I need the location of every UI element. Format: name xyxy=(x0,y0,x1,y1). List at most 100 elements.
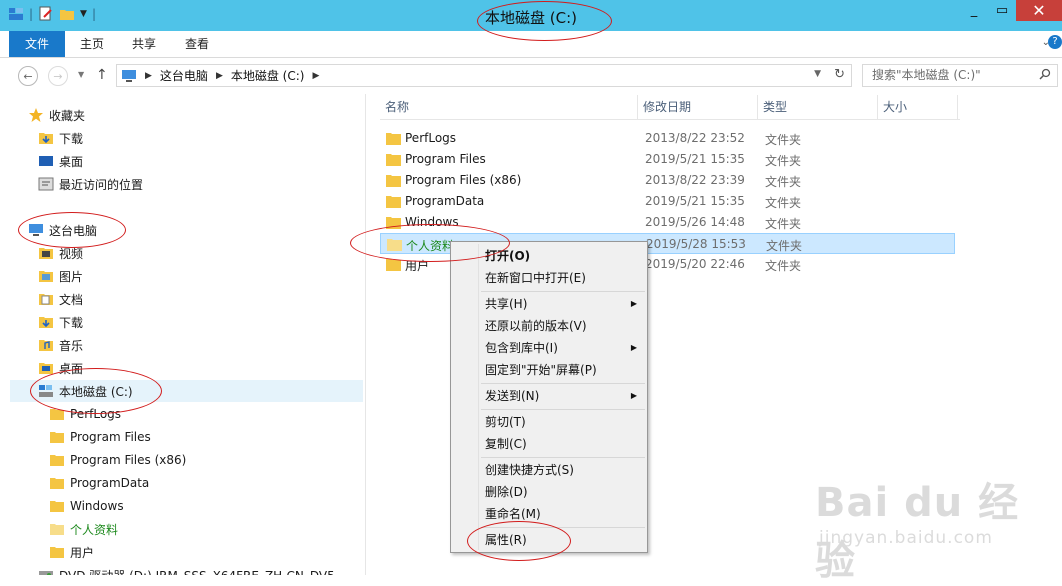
nav-pc-desktop[interactable]: 桌面 xyxy=(38,357,83,379)
column-name[interactable]: 名称 xyxy=(380,95,638,120)
menu-item-cut[interactable]: 剪切(T) xyxy=(485,412,641,432)
menu-item-include-library[interactable]: 包含到库中(I) ▶ xyxy=(485,338,641,358)
maximize-button[interactable]: ▭ xyxy=(988,0,1016,21)
column-type[interactable]: 类型 xyxy=(758,95,878,120)
submenu-arrow-icon: ▶ xyxy=(630,299,637,308)
nav-favorites[interactable]: 收藏夹 xyxy=(28,104,85,126)
documents-folder-icon xyxy=(39,294,53,305)
nav-personal-data[interactable]: 个人资料 xyxy=(49,518,118,540)
download-folder-icon xyxy=(39,317,53,328)
nav-windows[interactable]: Windows xyxy=(49,495,124,517)
menu-item-open-new-window[interactable]: 在新窗口中打开(E) xyxy=(485,268,641,288)
file-type: 文件夹 xyxy=(765,133,802,147)
submenu-arrow-icon: ▶ xyxy=(630,343,637,352)
file-type: 文件夹 xyxy=(766,239,803,253)
nav-users[interactable]: 用户 xyxy=(49,541,94,563)
nav-downloads[interactable]: 下载 xyxy=(38,127,83,149)
menu-item-properties[interactable]: 属性(R) xyxy=(485,530,641,550)
menu-separator xyxy=(481,409,645,410)
menu-item-share[interactable]: 共享(H) ▶ xyxy=(485,294,641,314)
menu-item-create-shortcut[interactable]: 创建快捷方式(S) xyxy=(485,460,641,480)
nav-dvd-drive[interactable]: DVD 驱动器 (D:) IRM_SSS_X64FRE_ZH-CN_DV5 xyxy=(38,564,335,575)
folder-icon xyxy=(50,455,64,466)
folder-icon xyxy=(50,524,64,535)
tab-share[interactable]: 共享 xyxy=(132,31,156,57)
file-row-program-files-x86[interactable]: Program Files (x86) 2013/8/22 23:39 文件夹 xyxy=(380,170,955,191)
window-title: 本地磁盘 (C:) xyxy=(485,9,577,27)
nav-programdata[interactable]: ProgramData xyxy=(49,472,149,494)
nav-program-files[interactable]: Program Files xyxy=(49,426,151,448)
file-date: 2019/5/20 22:46 xyxy=(645,257,745,271)
nav-music[interactable]: 音乐 xyxy=(38,334,83,356)
breadcrumb-local-disk[interactable]: 本地磁盘 (C:) xyxy=(231,67,305,84)
tab-file[interactable]: 文件 xyxy=(9,31,65,57)
title-bar: | ▼ | 本地磁盘 (C:) _ ▭ ✕ xyxy=(0,0,1062,31)
close-button[interactable]: ✕ xyxy=(1016,0,1062,21)
menu-item-pin-start[interactable]: 固定到"开始"屏幕(P) xyxy=(485,360,641,380)
menu-item-rename[interactable]: 重命名(M) xyxy=(485,504,641,524)
nav-program-files-x86[interactable]: Program Files (x86) xyxy=(49,449,186,471)
breadcrumb-separator-icon[interactable]: ▶ xyxy=(216,71,223,81)
help-icon[interactable]: ? xyxy=(1048,35,1062,49)
menu-item-restore-versions[interactable]: 还原以前的版本(V) xyxy=(485,316,641,336)
forward-button[interactable]: → xyxy=(48,66,68,86)
search-icon[interactable] xyxy=(1039,68,1051,80)
pictures-folder-icon xyxy=(39,271,53,282)
menu-item-delete[interactable]: 删除(D) xyxy=(485,482,641,502)
nav-recent-places[interactable]: 最近访问的位置 xyxy=(38,173,143,195)
file-type: 文件夹 xyxy=(765,175,802,189)
breadcrumb-separator-icon[interactable]: ▶ xyxy=(145,71,152,81)
nav-pc-downloads[interactable]: 下载 xyxy=(38,311,83,333)
menu-item-send-to[interactable]: 发送到(N) ▶ xyxy=(485,386,641,406)
file-row-perflogs[interactable]: PerfLogs 2013/8/22 23:52 文件夹 xyxy=(380,128,955,149)
nav-documents[interactable]: 文档 xyxy=(38,288,83,310)
tab-home[interactable]: 主页 xyxy=(80,31,104,57)
nav-perflogs[interactable]: PerfLogs xyxy=(49,403,121,425)
file-name: Program Files (x86) xyxy=(405,173,522,187)
column-size[interactable]: 大小 xyxy=(878,95,958,120)
menu-separator xyxy=(481,291,645,292)
watermark: Bai du 经验 jingyan.baidu.com xyxy=(815,470,1055,584)
address-dropdown-icon[interactable]: ▼ xyxy=(814,69,821,79)
file-type: 文件夹 xyxy=(765,196,802,210)
menu-item-open[interactable]: 打开(O) xyxy=(485,246,641,266)
watermark-url: jingyan.baidu.com xyxy=(819,528,993,548)
file-date: 2013/8/22 23:52 xyxy=(645,131,745,145)
file-type: 文件夹 xyxy=(765,217,802,231)
file-date: 2019/5/21 15:35 xyxy=(645,152,745,166)
nav-videos[interactable]: 视频 xyxy=(38,242,83,264)
file-type: 文件夹 xyxy=(765,154,802,168)
folder-icon xyxy=(387,239,402,251)
folder-icon xyxy=(50,547,64,558)
window-controls: _ ▭ ✕ xyxy=(960,0,1062,21)
nav-local-disk-c[interactable]: 本地磁盘 (C:) xyxy=(10,380,363,402)
folder-icon xyxy=(386,259,401,271)
file-row-windows[interactable]: Windows 2019/5/26 14:48 文件夹 xyxy=(380,212,955,233)
address-bar[interactable]: ▶ 这台电脑 ▶ 本地磁盘 (C:) ▶ ▼ ↻ xyxy=(116,64,852,87)
menu-separator xyxy=(481,457,645,458)
file-name: Windows xyxy=(405,215,459,229)
breadcrumb-this-pc[interactable]: 这台电脑 xyxy=(160,67,208,84)
refresh-icon[interactable]: ↻ xyxy=(834,67,845,82)
desktop-icon xyxy=(39,156,53,166)
tab-view[interactable]: 查看 xyxy=(185,31,209,57)
nav-this-pc[interactable]: 这台电脑 xyxy=(28,219,97,241)
up-button[interactable]: ↑ xyxy=(96,67,108,83)
file-row-programdata[interactable]: ProgramData 2019/5/21 15:35 文件夹 xyxy=(380,191,955,212)
search-input[interactable]: 搜索"本地磁盘 (C:)" xyxy=(862,64,1058,87)
back-button[interactable]: ← xyxy=(18,66,38,86)
menu-item-copy[interactable]: 复制(C) xyxy=(485,434,641,454)
star-icon xyxy=(29,108,43,122)
recent-places-icon xyxy=(38,177,54,191)
computer-icon xyxy=(29,224,43,236)
recent-locations-icon[interactable]: ▼ xyxy=(78,70,84,79)
column-date-modified[interactable]: 修改日期 xyxy=(638,95,758,120)
file-type: 文件夹 xyxy=(765,259,802,273)
breadcrumb-separator-icon[interactable]: ▶ xyxy=(312,71,319,81)
nav-pictures[interactable]: 图片 xyxy=(38,265,83,287)
file-date: 2013/8/22 23:39 xyxy=(645,173,745,187)
folder-icon xyxy=(386,133,401,145)
minimize-button[interactable]: _ xyxy=(960,0,988,21)
file-row-program-files[interactable]: Program Files 2019/5/21 15:35 文件夹 xyxy=(380,149,955,170)
nav-desktop[interactable]: 桌面 xyxy=(38,150,83,172)
